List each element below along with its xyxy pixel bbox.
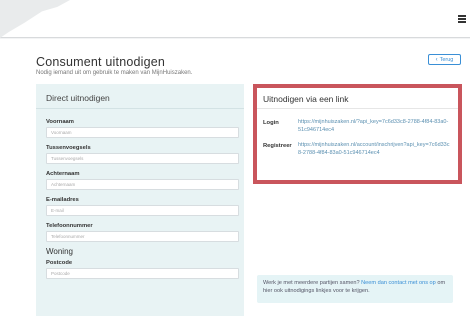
back-button-label: Terug: [439, 56, 454, 63]
last-name-input[interactable]: Achternaam: [46, 179, 239, 190]
infix-label: Tussenvoegsels: [46, 145, 91, 151]
login-link[interactable]: https://mijnhuiszaken.nl/?api_key=7c6d33…: [298, 119, 451, 134]
infix-input[interactable]: Tussenvoegsels: [46, 153, 239, 164]
info-box: Werk je met meerdere partijen samen? Nee…: [257, 275, 453, 303]
contact-link[interactable]: Neem dan contact met ons op: [361, 280, 436, 286]
chevron-left-icon: ‹: [435, 56, 438, 63]
back-button[interactable]: ‹ Terug: [428, 54, 461, 65]
top-bar: [0, 0, 470, 38]
page-subtitle: Nodig iemand uit om gebruik te maken van…: [36, 70, 193, 76]
postcode-input[interactable]: Postcode: [46, 268, 239, 279]
torn-edge-decoration: [0, 0, 70, 38]
register-link[interactable]: https://mijnhuiszaken.nl/account/inschri…: [298, 142, 451, 157]
first-name-label: Voornaam: [46, 119, 74, 125]
first-name-input[interactable]: Voornaam: [46, 127, 239, 138]
postcode-label: Postcode: [46, 260, 73, 266]
main-content: Consument uitnodigen Nodig iemand uit om…: [0, 39, 470, 316]
direct-invite-panel: Direct uitnodigen Voornaam Voornaam Tuss…: [36, 84, 244, 316]
email-input[interactable]: E-mail: [46, 205, 239, 216]
phone-input[interactable]: Telefoonnummer: [46, 231, 239, 242]
last-name-label: Achternaam: [46, 171, 80, 177]
email-label: E-mailadres: [46, 197, 79, 203]
hamburger-menu-icon[interactable]: [458, 15, 466, 23]
invite-link-heading: Uitnodigen via een link: [257, 88, 458, 109]
register-label: Registreer: [263, 143, 292, 149]
info-text-before: Werk je met meerdere partijen samen?: [263, 280, 362, 286]
direct-invite-heading: Direct uitnodigen: [36, 84, 244, 109]
invite-link-box: Uitnodigen via een link Login https://mi…: [253, 84, 462, 184]
page-title: Consument uitnodigen: [36, 55, 166, 69]
section-title-woning: Woning: [46, 247, 73, 256]
login-label: Login: [263, 120, 279, 126]
phone-label: Telefoonnummer: [46, 223, 93, 229]
